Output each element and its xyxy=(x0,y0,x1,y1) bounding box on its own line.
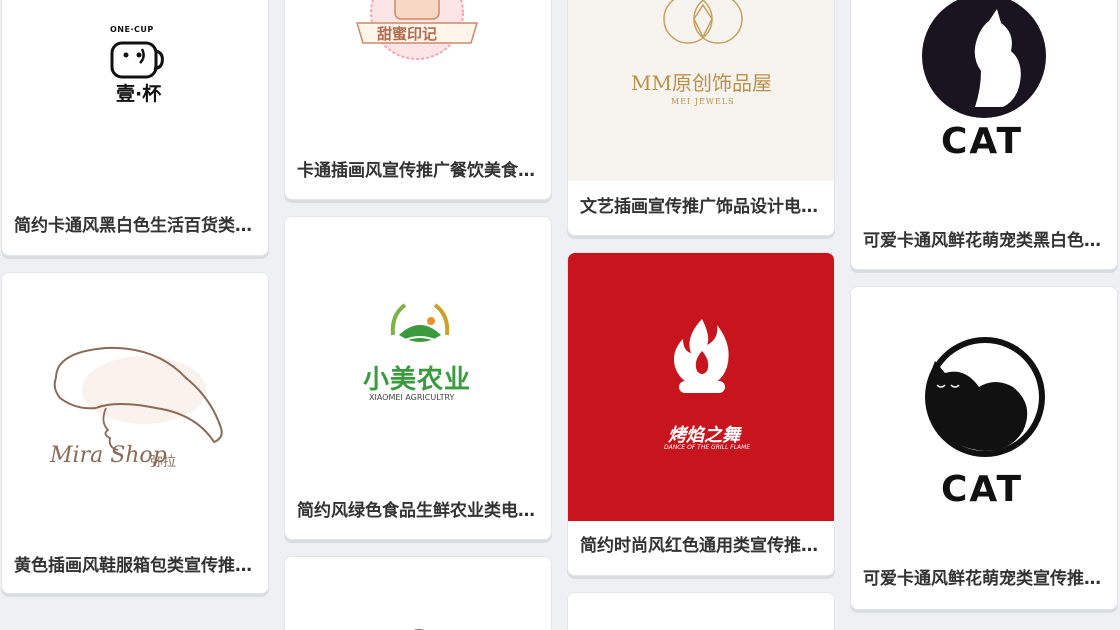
card-thumbnail[interactable]: ONE·CUP 壹·杯 xyxy=(2,0,268,196)
template-card[interactable]: CAT 可爱卡通风鲜花萌宠类宣传推… xyxy=(850,286,1118,610)
logo-text: MM原创饰品屋 xyxy=(631,71,772,95)
cup-logo: ONE·CUP 壹·杯 xyxy=(106,21,168,105)
flame-icon xyxy=(674,319,729,393)
card-thumbnail[interactable] xyxy=(568,593,834,630)
card-title[interactable]: 简约卡通风黑白色生活百货类… xyxy=(14,215,256,237)
logo-subtitle: DANCE OF THE GRILL FLAME xyxy=(664,444,751,451)
template-card[interactable]: MM原创饰品屋 MEI JEWELS 文艺插画宣传推广饰品设计电… xyxy=(567,0,835,236)
template-card[interactable] xyxy=(284,556,552,630)
logo-subtitle: 弥拉 xyxy=(150,455,177,470)
cat-moon-icon xyxy=(922,0,1046,118)
card-thumbnail[interactable]: Mira Shop 弥拉 xyxy=(2,273,268,535)
card-thumbnail[interactable] xyxy=(285,557,551,630)
card-title[interactable]: 文艺插画宣传推广饰品设计电… xyxy=(580,196,822,218)
template-card[interactable] xyxy=(567,592,835,630)
logo-text: CAT xyxy=(941,121,1024,162)
template-card[interactable]: Mira Shop 弥拉 黄色插画风鞋服箱包类宣传推… xyxy=(1,272,269,594)
card-thumbnail[interactable]: CAT xyxy=(851,0,1117,211)
logo-subtitle: MEI JEWELS xyxy=(671,97,735,106)
template-card[interactable]: CAT 可爱卡通风鲜花萌宠类黑白色… xyxy=(850,0,1118,270)
card-title[interactable]: 卡通插画风宣传推广餐饮美食… xyxy=(297,160,539,182)
template-card[interactable]: 小美农业 XIAOMEI AGRICULTRY 简约风绿色食品生鲜农业类电… xyxy=(284,216,552,540)
template-card[interactable]: ONE·CUP 壹·杯 简约卡通风黑白色生活百货类… xyxy=(1,0,269,256)
card-thumbnail[interactable]: 烤焰之舞 DANCE OF THE GRILL FLAME xyxy=(568,253,834,521)
logo-text: 壹·杯 xyxy=(116,83,162,105)
logo-text: 小美农业 xyxy=(363,365,472,395)
card-title[interactable]: 可爱卡通风鲜花萌宠类黑白色… xyxy=(863,230,1105,252)
logo-subtitle: XIAOMEI AGRICULTRY xyxy=(369,393,455,402)
card-title[interactable]: 黄色插画风鞋服箱包类宣传推… xyxy=(14,555,256,577)
card-thumbnail[interactable]: 小美农业 XIAOMEI AGRICULTRY xyxy=(285,217,551,483)
card-title[interactable]: 简约风绿色食品生鲜农业类电… xyxy=(297,500,539,522)
logo-subtitle: ONE·CUP xyxy=(110,25,154,34)
template-card[interactable]: 烤焰之舞 DANCE OF THE GRILL FLAME 简约时尚风红色通用类… xyxy=(567,252,835,576)
farm-icon xyxy=(390,303,450,342)
card-title[interactable]: 简约时尚风红色通用类宣传推… xyxy=(580,535,822,557)
logo-partial-icon xyxy=(414,629,424,630)
logo-text: CAT xyxy=(941,469,1024,510)
jewel-icon xyxy=(663,0,743,44)
card-thumbnail[interactable]: 甜蜜印记 xyxy=(285,0,551,141)
cat-circle-icon xyxy=(925,337,1045,457)
template-card[interactable]: 甜蜜印记 卡通插画风宣传推广餐饮美食… xyxy=(284,0,552,200)
card-thumbnail[interactable]: CAT xyxy=(851,287,1117,553)
card-title[interactable]: 可爱卡通风鲜花萌宠类宣传推… xyxy=(863,568,1105,590)
card-thumbnail[interactable]: MM原创饰品屋 MEI JEWELS xyxy=(568,0,834,181)
logo-text: 甜蜜印记 xyxy=(377,25,438,43)
